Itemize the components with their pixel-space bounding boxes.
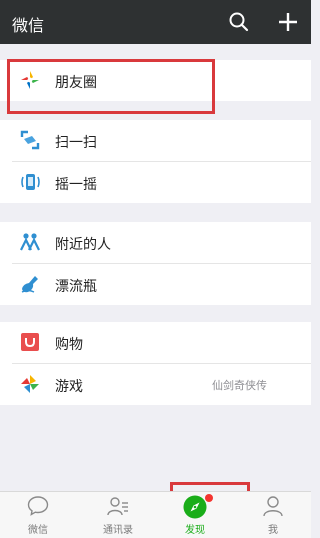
shopping-label: 购物 <box>55 337 83 353</box>
tab-contacts-label: 通讯录 <box>103 525 133 536</box>
tab-chats[interactable]: 微信 <box>3 492 73 538</box>
moments-highlight-box <box>7 59 215 114</box>
top-bar: 微信 <box>0 0 311 44</box>
games-row[interactable]: 游戏 仙剑奇侠传 <box>0 364 311 405</box>
tab-me[interactable]: 我 <box>238 492 308 538</box>
app-title: 微信 <box>12 16 45 35</box>
group-scan-shake: 扫一扫 摇一摇 <box>0 120 311 203</box>
nearby-label: 附近的人 <box>55 237 111 253</box>
tab-me-label: 我 <box>268 525 278 536</box>
games-icon <box>21 375 39 393</box>
bottle-row[interactable]: 漂流瓶 <box>0 264 311 305</box>
tab-discover-label: 发现 <box>185 525 205 536</box>
group-nearby-bottle: 附近的人 漂流瓶 <box>0 222 311 305</box>
group-shopping-games: 购物 游戏 仙剑奇侠传 <box>0 322 311 405</box>
games-subtitle: 仙剑奇侠传 <box>212 379 267 392</box>
shake-label: 摇一摇 <box>55 177 97 193</box>
shake-row[interactable]: 摇一摇 <box>0 162 311 203</box>
drift-bottle-icon <box>21 276 38 293</box>
scan-label: 扫一扫 <box>55 135 97 151</box>
scan-row[interactable]: 扫一扫 <box>0 120 311 161</box>
person-icon <box>263 496 283 517</box>
shopping-row[interactable]: 购物 <box>0 322 311 363</box>
add-icon[interactable] <box>276 10 300 34</box>
search-icon[interactable] <box>228 11 250 33</box>
shake-icon <box>21 174 40 190</box>
games-label: 游戏 <box>55 379 83 395</box>
nearby-row[interactable]: 附近的人 <box>0 222 311 263</box>
tab-discover[interactable]: 发现 <box>160 492 230 538</box>
contacts-icon <box>107 497 128 516</box>
scan-icon <box>20 130 40 150</box>
bottle-label: 漂流瓶 <box>55 279 97 295</box>
tab-bar: 微信 通讯录 发现 我 <box>0 491 311 538</box>
tab-contacts[interactable]: 通讯录 <box>83 492 153 538</box>
notification-dot <box>205 494 213 502</box>
tab-chats-label: 微信 <box>28 525 48 536</box>
chat-bubble-icon <box>27 496 49 516</box>
people-nearby-icon <box>20 233 40 251</box>
shopping-bag-icon <box>21 333 39 351</box>
